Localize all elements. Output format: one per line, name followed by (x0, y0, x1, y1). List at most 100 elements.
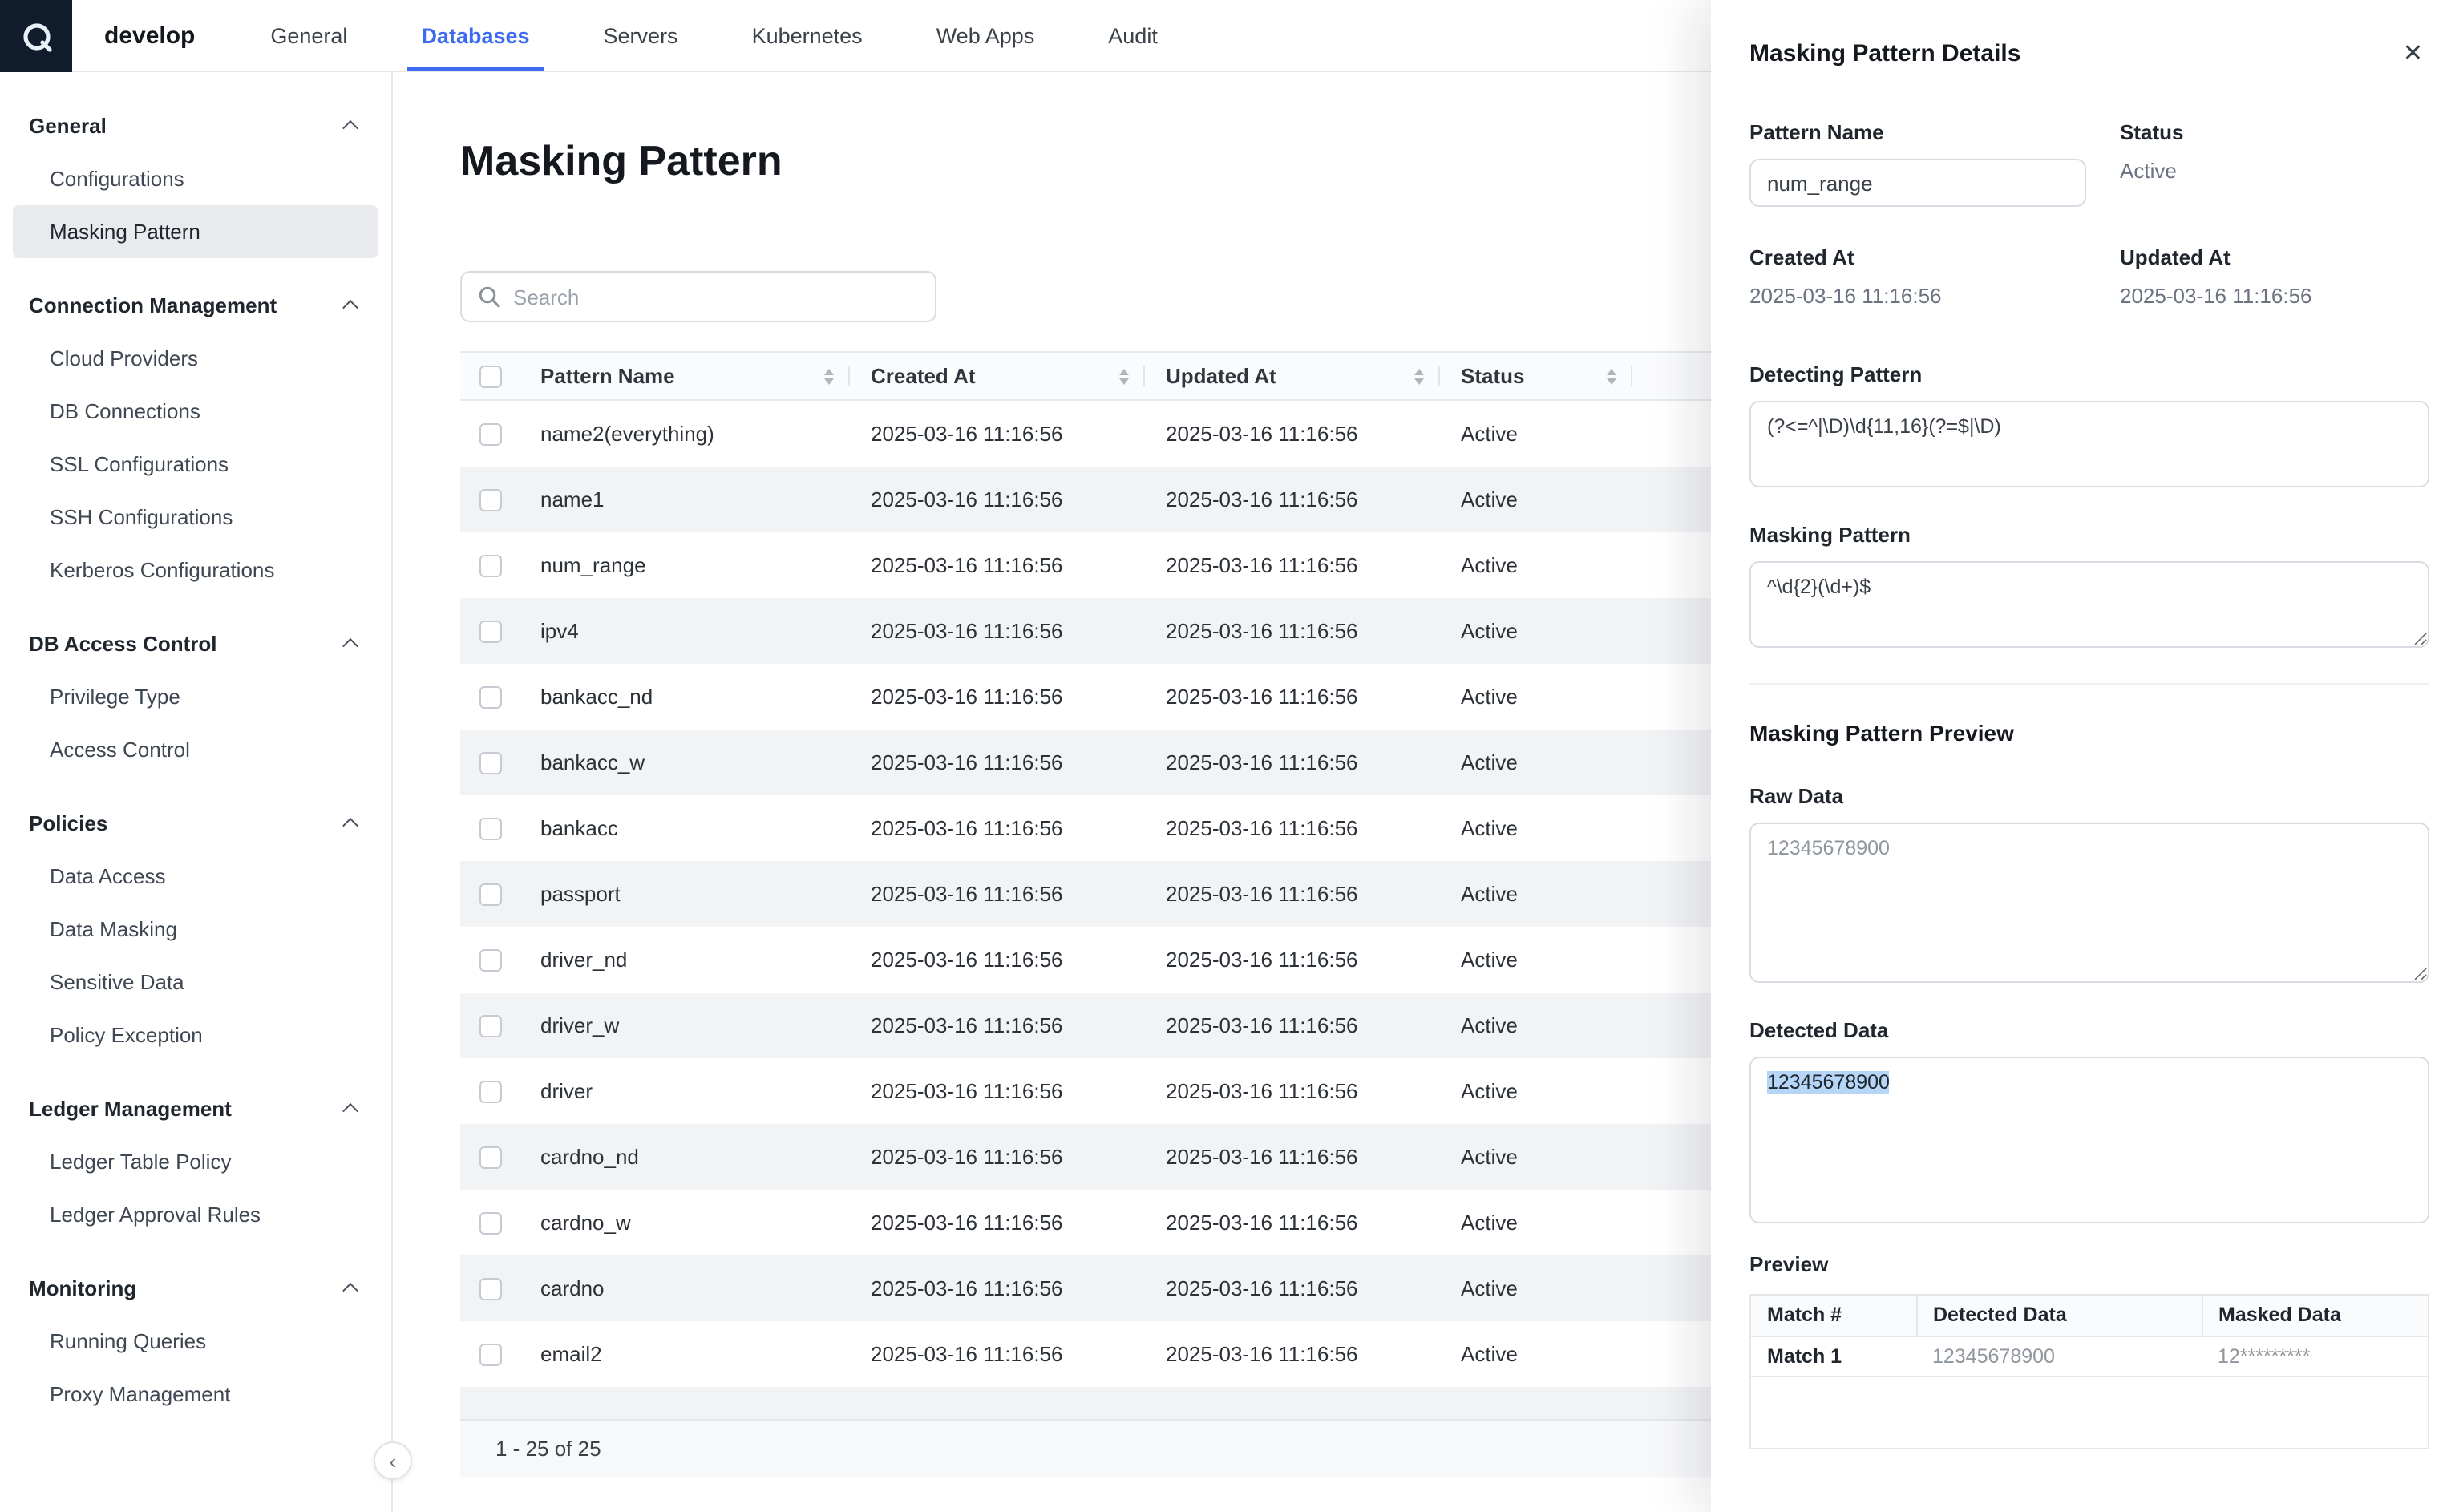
section-title: DB Access Control (29, 631, 217, 655)
nav-tab-kubernetes[interactable]: Kubernetes (715, 0, 900, 71)
row-checkbox[interactable] (479, 883, 501, 906)
row-checkbox[interactable] (479, 621, 501, 643)
detecting-pattern-textarea[interactable]: (?<=^|\D)\d{11,16}(?=$|\D) (1749, 401, 2429, 487)
sidebar-item-kerberos-configurations[interactable]: Kerberos Configurations (0, 544, 391, 596)
sort-icon[interactable] (1414, 368, 1424, 384)
cell-status: Active (1440, 466, 1632, 532)
row-checkbox[interactable] (479, 489, 501, 511)
sidebar-item-access-control[interactable]: Access Control (0, 723, 391, 776)
section-title: Policies (29, 811, 107, 835)
sidebar-item-sensitive-data[interactable]: Sensitive Data (0, 956, 391, 1009)
search-box[interactable] (460, 271, 936, 322)
column-label: Status (1461, 364, 1524, 388)
cell-pattern-name: bankacc_w (520, 729, 850, 794)
cell-pattern-name: ipv4 (520, 597, 850, 663)
sidebar-section-db-access-control[interactable]: DB Access Control (0, 616, 391, 670)
sidebar: GeneralConfigurationsMasking Pattern Conn… (0, 72, 393, 1512)
cell-created-at: 2025-03-16 11:16:56 (850, 466, 1145, 532)
sidebar-collapse-button[interactable]: ‹ (374, 1441, 412, 1480)
row-checkbox[interactable] (479, 1278, 501, 1300)
row-checkbox[interactable] (479, 1015, 501, 1037)
sidebar-item-cloud-providers[interactable]: Cloud Providers (0, 332, 391, 385)
sidebar-item-running-queries[interactable]: Running Queries (0, 1315, 391, 1368)
detected-data-label: Detected Data (1749, 1018, 2429, 1042)
masking-pattern-textarea[interactable]: ^\d{2}(\d+)$ (1749, 561, 2429, 648)
row-checkbox[interactable] (479, 1344, 501, 1366)
status-value: Active (2120, 159, 2429, 183)
nav-tab-servers[interactable]: Servers (567, 0, 715, 71)
sidebar-item-ledger-approval-rules[interactable]: Ledger Approval Rules (0, 1188, 391, 1241)
cell-pattern-name: passport (520, 860, 850, 926)
row-checkbox[interactable] (479, 949, 501, 972)
chevron-up-icon (342, 637, 358, 653)
cell-pattern-name: name2(everything) (520, 400, 850, 466)
sidebar-section-connection-management[interactable]: Connection Management (0, 277, 391, 332)
nav-tab-databases[interactable]: Databases (384, 0, 566, 71)
preview-column-match: Match # (1751, 1296, 1916, 1336)
cell-pattern-name: driver_w (520, 992, 850, 1057)
sort-icon[interactable] (1607, 368, 1616, 384)
sidebar-section-monitoring[interactable]: Monitoring (0, 1260, 391, 1315)
column-header-pattern-name[interactable]: Pattern Name (520, 352, 850, 400)
chevron-left-icon: ‹ (390, 1449, 397, 1473)
sidebar-item-policy-exception[interactable]: Policy Exception (0, 1009, 391, 1061)
cell-status: Active (1440, 1057, 1632, 1123)
sidebar-section-general[interactable]: General (0, 98, 391, 152)
sidebar-item-ssl-configurations[interactable]: SSL Configurations (0, 438, 391, 491)
app-logo[interactable] (0, 0, 72, 72)
cell-created-at: 2025-03-16 11:16:56 (850, 532, 1145, 597)
sidebar-item-ledger-table-policy[interactable]: Ledger Table Policy (0, 1135, 391, 1188)
column-header-created-at[interactable]: Created At (850, 352, 1145, 400)
sidebar-item-configurations[interactable]: Configurations (0, 152, 391, 205)
pagination-label: 1 - 25 of 25 (495, 1436, 601, 1460)
preview-table: Match # Detected Data Masked Data Match … (1749, 1294, 2429, 1449)
row-checkbox[interactable] (479, 752, 501, 774)
row-checkbox[interactable] (479, 818, 501, 840)
sidebar-section-ledger-management[interactable]: Ledger Management (0, 1081, 391, 1135)
column-label: Pattern Name (540, 364, 675, 388)
column-header-status[interactable]: Status (1440, 352, 1632, 400)
detecting-pattern-label: Detecting Pattern (1749, 362, 2429, 386)
nav-tab-web-apps[interactable]: Web Apps (900, 0, 1072, 71)
sidebar-item-privilege-type[interactable]: Privilege Type (0, 670, 391, 723)
sidebar-item-proxy-management[interactable]: Proxy Management (0, 1368, 391, 1421)
status-label: Status (2120, 120, 2429, 144)
cell-updated-at: 2025-03-16 11:16:56 (1145, 926, 1440, 992)
nav-tabs: GeneralDatabasesServersKubernetesWeb App… (233, 0, 1194, 71)
nav-tab-audit[interactable]: Audit (1071, 0, 1195, 71)
cell-pattern-name: driver_nd (520, 926, 850, 992)
raw-data-textarea[interactable]: 12345678900 (1749, 823, 2429, 983)
sidebar-item-data-masking[interactable]: Data Masking (0, 903, 391, 956)
sidebar-item-masking-pattern[interactable]: Masking Pattern (13, 205, 378, 258)
section-divider (1749, 683, 2429, 685)
sidebar-item-ssh-configurations[interactable]: SSH Configurations (0, 491, 391, 544)
cell-pattern-name: bankacc (520, 794, 850, 860)
cell-created-at: 2025-03-16 11:16:56 (850, 1057, 1145, 1123)
cell-created-at: 2025-03-16 11:16:56 (850, 992, 1145, 1057)
search-input[interactable] (513, 285, 919, 309)
select-all-checkbox[interactable] (479, 366, 501, 389)
row-checkbox[interactable] (479, 1146, 501, 1169)
pattern-name-input[interactable] (1749, 159, 2086, 207)
row-checkbox[interactable] (479, 686, 501, 709)
sidebar-section-policies[interactable]: Policies (0, 795, 391, 850)
column-header-updated-at[interactable]: Updated At (1145, 352, 1440, 400)
row-checkbox[interactable] (479, 555, 501, 577)
row-checkbox[interactable] (479, 423, 501, 446)
row-checkbox[interactable] (479, 1081, 501, 1103)
close-button[interactable]: ✕ (2396, 35, 2429, 72)
row-checkbox[interactable] (479, 1212, 501, 1235)
preview-row: Match 11234567890012********* (1751, 1336, 2428, 1376)
nav-tab-general[interactable]: General (233, 0, 384, 71)
section-title: Ledger Management (29, 1096, 232, 1120)
cell-updated-at: 2025-03-16 11:16:56 (1145, 729, 1440, 794)
column-label: Updated At (1166, 364, 1276, 388)
sort-icon[interactable] (824, 368, 834, 384)
drawer-title: Masking Pattern Details (1749, 40, 2020, 67)
sidebar-item-data-access[interactable]: Data Access (0, 850, 391, 903)
detected-data-box[interactable]: 12345678900 (1749, 1057, 2429, 1223)
cell-updated-at: 2025-03-16 11:16:56 (1145, 1255, 1440, 1320)
chevron-up-icon (342, 119, 358, 135)
sidebar-item-db-connections[interactable]: DB Connections (0, 385, 391, 438)
sort-icon[interactable] (1119, 368, 1129, 384)
